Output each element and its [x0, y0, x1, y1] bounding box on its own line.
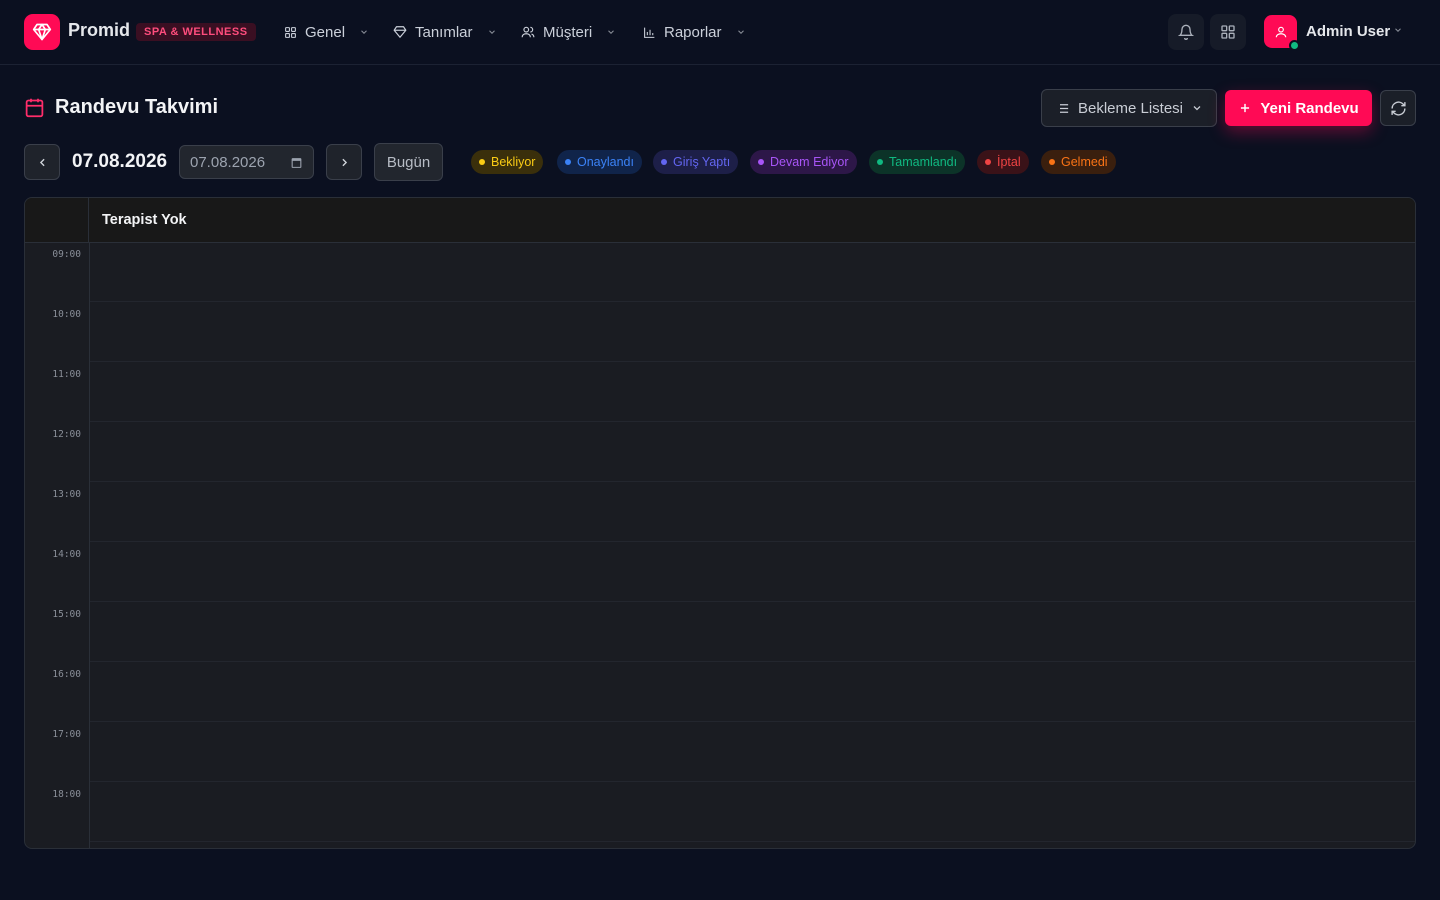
- avatar[interactable]: [1264, 15, 1300, 51]
- legend-item-gelmedi: Gelmedi: [1041, 150, 1116, 174]
- status-dot: [565, 159, 571, 165]
- nav-item-raporlar[interactable]: Raporlar: [643, 20, 746, 44]
- hour-gridline: [90, 421, 1415, 422]
- online-status-dot: [1289, 40, 1300, 51]
- therapist-column-title: Terapist Yok: [102, 212, 187, 228]
- date-input-value: 07.08.2026: [190, 153, 266, 171]
- nav-item-tanimlar[interactable]: Tanımlar: [393, 20, 497, 44]
- hour-gridline: [90, 601, 1415, 602]
- time-gutter-divider: [89, 243, 90, 848]
- legend-label: Devam Ediyor: [770, 155, 849, 169]
- legend-label: Bekliyor: [491, 155, 536, 169]
- chevron-right-icon: [341, 158, 347, 166]
- hour-gridline: [90, 541, 1415, 542]
- refresh-icon: [1390, 100, 1406, 116]
- hour-gridline: [90, 781, 1415, 782]
- legend-label: İptal: [997, 155, 1021, 169]
- status-dot: [661, 159, 667, 165]
- calendar-header: Terapist Yok: [25, 198, 1415, 243]
- next-day-button[interactable]: [326, 144, 362, 180]
- appointment-calendar: Terapist Yok 09:00 10:00 11:00 12:00 13:00 14…: [24, 197, 1416, 849]
- wait-list-button[interactable]: Bekleme Listesi: [1041, 89, 1217, 127]
- notifications-button[interactable]: [1168, 14, 1204, 50]
- nav-item-label: Tanımlar: [415, 23, 473, 41]
- time-label: 15:00: [52, 609, 81, 620]
- previous-day-button[interactable]: [24, 144, 60, 180]
- brand-badge: SPA & WELLNESS: [136, 23, 256, 41]
- today-button[interactable]: Bugün: [374, 143, 443, 181]
- legend-item-onaylandi: Onaylandı: [557, 150, 642, 174]
- page-title: Randevu Takvimi: [24, 96, 218, 119]
- legend-label: Gelmedi: [1061, 155, 1108, 169]
- legend-item-giris-yapti: Giriş Yaptı: [653, 150, 739, 174]
- time-label: 16:00: [52, 669, 81, 680]
- chevron-down-icon: [608, 30, 615, 34]
- user-name[interactable]: Admin User: [1306, 23, 1390, 40]
- time-label: 10:00: [52, 309, 81, 320]
- legend-item-iptal: İptal: [977, 150, 1029, 174]
- users-icon: [521, 26, 535, 38]
- calendar-grid[interactable]: 09:00 10:00 11:00 12:00 13:00 14:00 15:00 16:00…: [25, 243, 1415, 848]
- date-picker-input[interactable]: 07.08.2026: [179, 145, 314, 179]
- page-title-text: Randevu Takvimi: [55, 96, 219, 118]
- grid-icon: [285, 26, 296, 38]
- nav-item-musteri[interactable]: Müşteri: [521, 20, 616, 44]
- legend-label: Giriş Yaptı: [673, 155, 731, 169]
- legend-label: Onaylandı: [577, 155, 634, 169]
- hour-gridline: [90, 661, 1415, 662]
- hour-gridline: [90, 841, 1415, 842]
- list-icon: [1056, 103, 1069, 113]
- time-label: 12:00: [52, 429, 81, 440]
- legend-item-devam-ediyor: Devam Ediyor: [750, 150, 857, 174]
- new-appointment-button[interactable]: Yeni Randevu: [1225, 90, 1372, 126]
- status-dot: [1049, 159, 1055, 165]
- time-label: 14:00: [52, 549, 81, 560]
- diamond-icon: [32, 23, 52, 41]
- plus-icon: [1241, 103, 1250, 113]
- chevron-down-icon: [737, 30, 744, 34]
- status-dot: [877, 159, 883, 165]
- user-icon: [1275, 26, 1286, 37]
- bell-icon: [1178, 24, 1194, 40]
- nav-item-genel[interactable]: Genel: [284, 20, 369, 44]
- legend-item-tamamlandi: Tamamlandı: [869, 150, 966, 174]
- status-dot: [985, 159, 991, 165]
- chevron-down-icon: [1193, 106, 1201, 111]
- nav-item-label: Genel: [305, 23, 346, 41]
- time-label: 17:00: [52, 729, 81, 740]
- new-appointment-label: Yeni Randevu: [1260, 99, 1359, 117]
- chevron-down-icon[interactable]: [1393, 25, 1403, 35]
- nav-item-label: Müşteri: [543, 23, 593, 41]
- wait-list-label: Bekleme Listesi: [1077, 99, 1184, 117]
- status-dot: [758, 159, 764, 165]
- legend-item-bekliyor: Bekliyor: [471, 150, 544, 174]
- nav-item-label: Raporlar: [664, 23, 722, 41]
- time-label: 09:00: [52, 249, 81, 260]
- top-navigation-bar: Promid SPA & WELLNESS Genel Tanımlar Müş…: [0, 0, 1440, 65]
- chevron-down-icon: [361, 30, 367, 34]
- time-label: 18:00: [52, 789, 81, 800]
- apps-button[interactable]: [1210, 14, 1246, 50]
- brand-logo[interactable]: [24, 14, 60, 50]
- diamond-icon: [393, 26, 407, 38]
- hour-gridline: [90, 481, 1415, 482]
- time-label: 13:00: [52, 489, 81, 500]
- calendar-icon[interactable]: [290, 156, 303, 169]
- brand-name: Promid: [68, 20, 131, 40]
- chevron-left-icon: [39, 158, 45, 166]
- hour-gridline: [90, 301, 1415, 302]
- hour-gridline: [90, 361, 1415, 362]
- time-gutter-header: [25, 198, 89, 243]
- calendar-icon: [25, 98, 44, 118]
- status-dot: [479, 159, 485, 165]
- legend-label: Tamamlandı: [889, 155, 958, 169]
- apps-grid-icon: [1221, 25, 1235, 39]
- hour-gridline: [90, 721, 1415, 722]
- bar-chart-icon: [644, 27, 655, 38]
- chevron-down-icon: [488, 30, 495, 34]
- refresh-button[interactable]: [1380, 90, 1416, 126]
- current-date: 07.08.2026: [72, 151, 168, 172]
- time-label: 11:00: [52, 369, 81, 380]
